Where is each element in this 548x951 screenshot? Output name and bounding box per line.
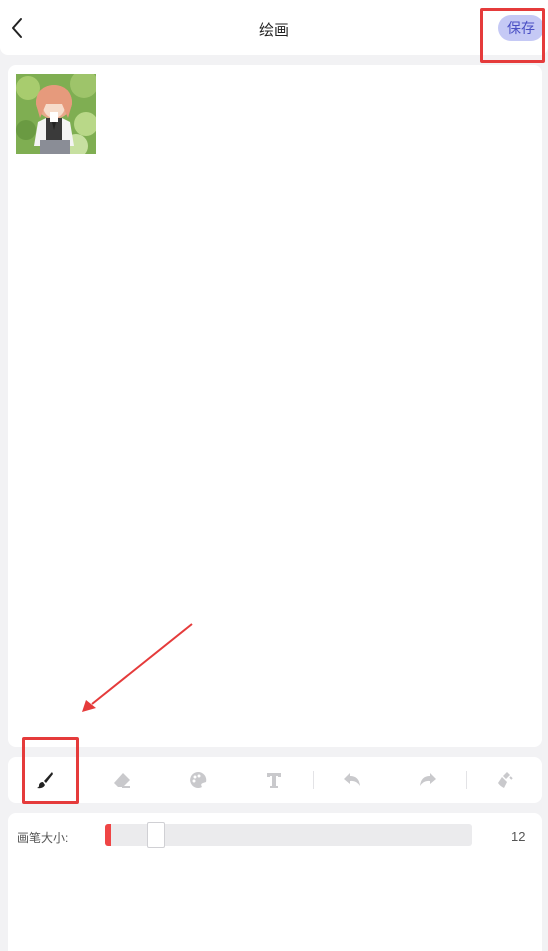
undo-button[interactable] (338, 766, 366, 794)
clear-icon (498, 772, 513, 788)
clear-tool-button[interactable] (492, 766, 520, 794)
redo-button[interactable] (414, 766, 442, 794)
sticker-image[interactable] (16, 74, 96, 154)
text-tool-button[interactable] (260, 766, 288, 794)
slider-fill (105, 824, 111, 846)
toolbar-divider (466, 771, 467, 789)
slider-handle[interactable] (147, 822, 165, 848)
page-title: 绘画 (258, 22, 289, 39)
brush-size-slider[interactable] (105, 822, 472, 848)
eraser-tool-button[interactable] (108, 766, 136, 794)
highlight-brush (22, 737, 79, 804)
text-icon (267, 773, 281, 788)
tool-bar (8, 757, 542, 803)
undo-icon (344, 773, 360, 786)
top-bar: 绘画 保存 (0, 0, 548, 55)
drawing-canvas[interactable] (8, 65, 542, 747)
highlight-save (480, 8, 545, 63)
color-tool-button[interactable] (184, 766, 212, 794)
palette-icon (190, 771, 207, 788)
eraser-icon (114, 773, 130, 788)
brush-size-value: 12 (511, 829, 526, 844)
brush-settings-panel: 画笔大小: 12 (8, 813, 542, 951)
toolbar-divider (313, 771, 314, 789)
redo-icon (420, 773, 436, 786)
brush-size-label: 画笔大小: (17, 831, 69, 845)
